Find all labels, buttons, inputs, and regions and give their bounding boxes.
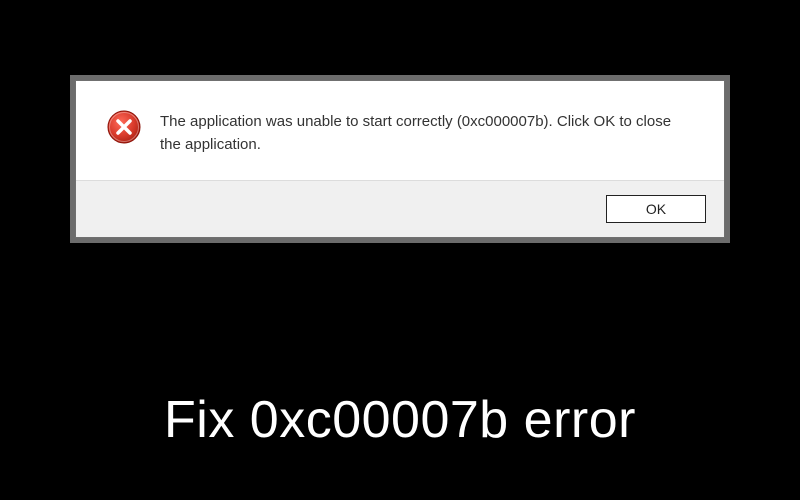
ok-button[interactable]: OK [606, 195, 706, 223]
error-dialog: The application was unable to start corr… [75, 80, 725, 238]
error-message: The application was unable to start corr… [160, 109, 694, 156]
dialog-body: The application was unable to start corr… [76, 81, 724, 180]
caption-text: Fix 0xc00007b error [0, 390, 800, 450]
dialog-footer: OK [76, 180, 724, 237]
error-icon [106, 109, 142, 150]
